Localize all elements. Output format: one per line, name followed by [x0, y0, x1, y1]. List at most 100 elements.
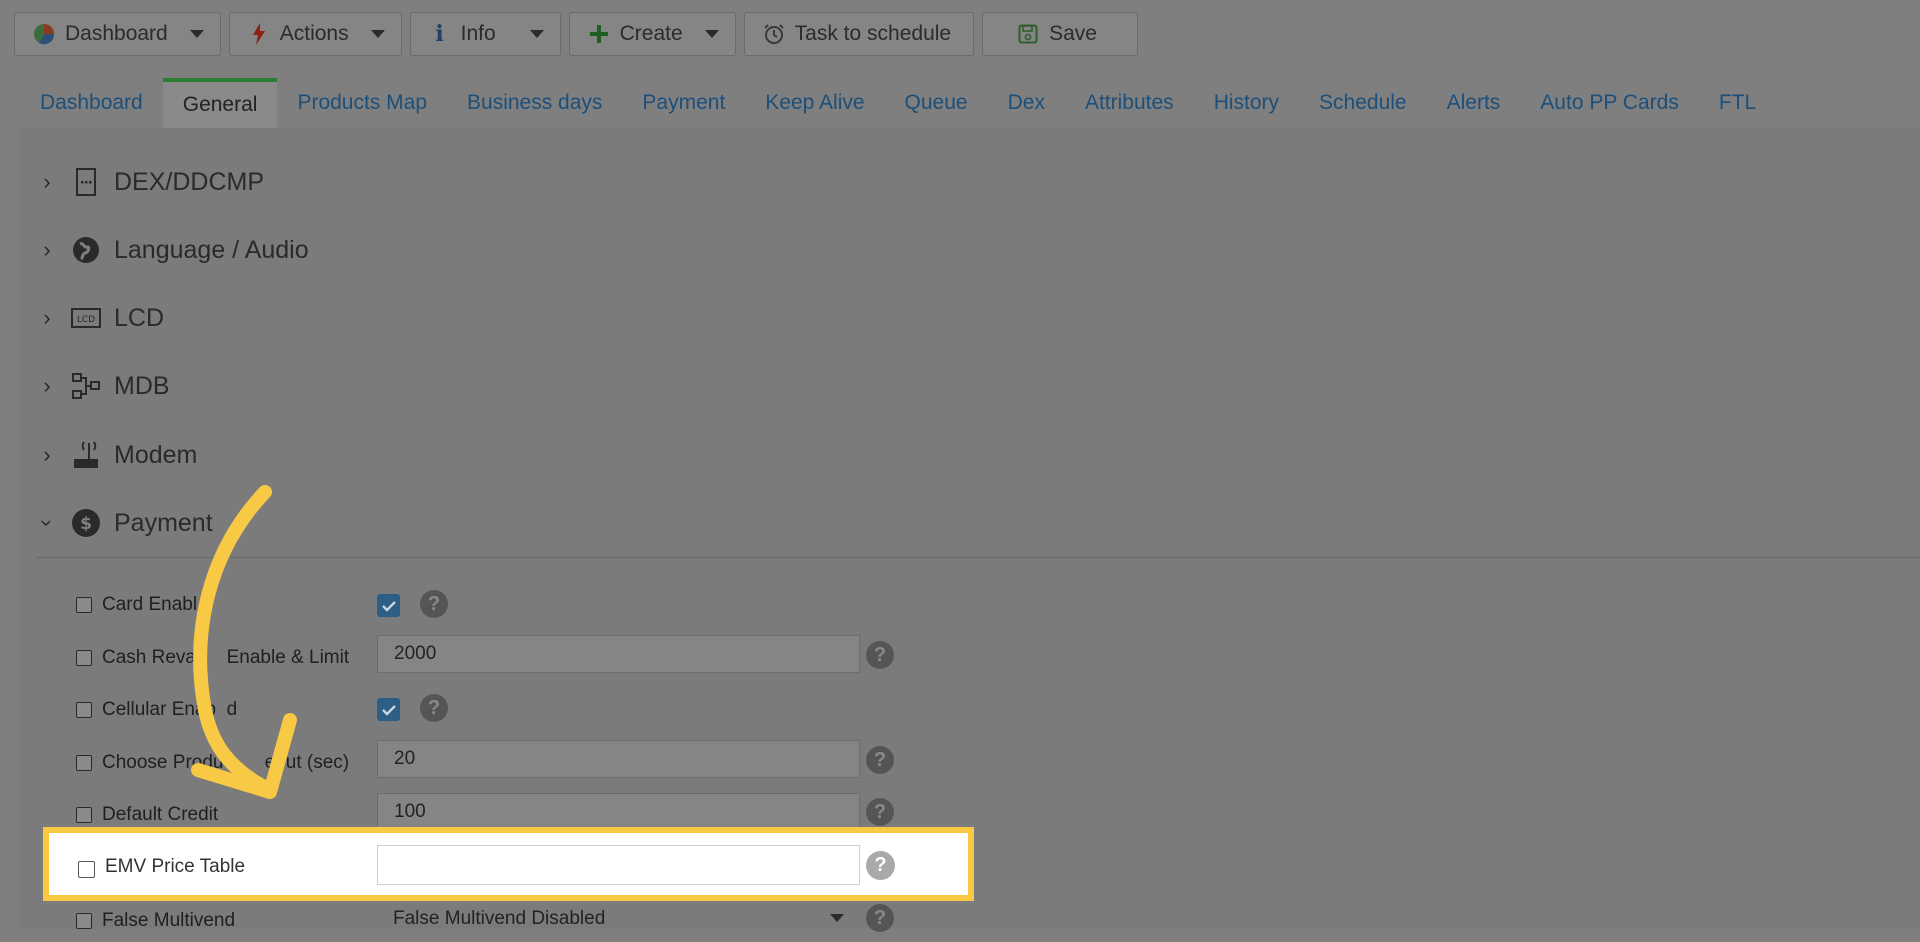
help-icon[interactable]: ?	[420, 590, 448, 618]
help-icon[interactable]: ?	[866, 746, 894, 774]
section-title: Language / Audio	[114, 235, 309, 264]
tab-dex[interactable]: Dex	[988, 78, 1065, 128]
caret-down-icon	[370, 30, 385, 38]
section-modem[interactable]: › Modem	[38, 439, 197, 471]
create-button-label: Create	[619, 22, 683, 45]
tab-attributes[interactable]: Attributes	[1065, 78, 1194, 128]
info-button[interactable]: i Info	[409, 12, 561, 56]
section-payment[interactable]: › $ Payment	[35, 507, 213, 539]
section-dex-ddcmp[interactable]: › DEX/DDCMP	[38, 166, 264, 198]
alarm-clock-icon	[763, 23, 785, 45]
floppy-disk-icon	[1017, 24, 1039, 44]
row-cash-revalue: Cash Reval Enable & Limit	[76, 637, 349, 679]
help-icon[interactable]: ?	[866, 851, 895, 880]
help-icon[interactable]: ?	[420, 694, 448, 722]
check-icon	[381, 600, 396, 612]
create-dropdown-toggle[interactable]	[683, 13, 735, 55]
tab-keep-alive[interactable]: Keep Alive	[745, 78, 884, 128]
caret-down-icon	[189, 30, 204, 38]
save-button[interactable]: Save	[982, 12, 1138, 56]
task-to-schedule-label: Task to schedule	[794, 22, 952, 45]
help-icon[interactable]: ?	[866, 641, 894, 669]
actions-dropdown-toggle[interactable]	[349, 13, 401, 55]
chevron-right-icon: ›	[43, 305, 51, 330]
dex-device-icon	[70, 166, 102, 198]
tab-dashboard[interactable]: Dashboard	[20, 78, 163, 128]
row-cellular-enabled: Cellular Enab d	[76, 689, 237, 731]
router-icon	[70, 439, 102, 471]
toolbar: Dashboard Actions i Info Create Task to …	[14, 12, 1138, 60]
task-to-schedule-button[interactable]: Task to schedule	[743, 12, 975, 56]
tab-ftl[interactable]: FTL	[1699, 78, 1776, 128]
plus-icon	[588, 24, 610, 44]
actions-button-label: Actions	[279, 22, 349, 45]
cellular-enabled-checkbox[interactable]	[377, 698, 400, 721]
dashboard-button[interactable]: Dashboard	[14, 12, 221, 56]
info-button-label: Info	[460, 22, 496, 45]
check-icon	[381, 704, 396, 716]
caret-down-icon	[704, 30, 719, 38]
tab-history[interactable]: History	[1194, 78, 1299, 128]
tab-schedule[interactable]: Schedule	[1299, 78, 1427, 128]
choose-product-timeout-input[interactable]: 20	[377, 740, 860, 778]
tab-general[interactable]: General	[162, 78, 278, 128]
tab-queue[interactable]: Queue	[885, 78, 988, 128]
chevron-right-icon: ›	[43, 442, 51, 467]
false-multivend-select[interactable]: False Multivend Disabled	[377, 900, 860, 938]
section-title: DEX/DDCMP	[114, 167, 265, 196]
section-title: LCD	[114, 303, 165, 332]
emv-price-table-row-checkbox[interactable]	[78, 861, 95, 878]
create-button[interactable]: Create	[568, 12, 736, 56]
row-label: Cash Reval Enable & Limit	[102, 647, 350, 668]
help-icon[interactable]: ?	[866, 798, 894, 826]
tab-alerts[interactable]: Alerts	[1427, 78, 1521, 128]
card-enable-checkbox[interactable]	[377, 594, 400, 617]
cash-revalue-input[interactable]: 2000	[377, 635, 860, 673]
caret-down-icon	[529, 30, 544, 38]
row-select-checkbox[interactable]	[76, 597, 92, 613]
tab-payment[interactable]: Payment	[622, 78, 745, 128]
info-dropdown-toggle[interactable]	[496, 13, 560, 55]
tab-bar: Dashboard General Products Map Business …	[20, 76, 1920, 128]
chevron-right-icon: ›	[43, 237, 51, 262]
svg-text:$: $	[80, 514, 92, 534]
row-false-multivend: False Multivend	[76, 900, 235, 942]
emv-price-table-label: EMV Price Table	[105, 856, 246, 877]
section-language-audio[interactable]: › Language / Audio	[38, 234, 309, 266]
chevron-down-icon: ›	[35, 519, 60, 527]
row-select-checkbox[interactable]	[76, 755, 92, 771]
info-icon: i	[435, 21, 444, 47]
default-credit-input[interactable]: 100	[377, 793, 860, 831]
dollar-circle-icon: $	[70, 507, 102, 539]
section-lcd[interactable]: › LCD LCD	[38, 302, 164, 334]
section-title: MDB	[114, 371, 170, 400]
row-select-checkbox[interactable]	[76, 913, 92, 929]
dashboard-button-label: Dashboard	[65, 22, 168, 45]
save-button-label: Save	[1049, 22, 1097, 45]
row-select-checkbox[interactable]	[76, 650, 92, 666]
section-mdb[interactable]: › MDB	[38, 370, 170, 402]
section-title: Payment	[114, 508, 213, 537]
row-choose-product-timeout: Choose Produc eout (sec)	[76, 742, 349, 784]
row-label: Cellular Enab d	[102, 699, 238, 720]
tab-products-map[interactable]: Products Map	[277, 78, 447, 128]
dashboard-dropdown-toggle[interactable]	[168, 13, 220, 55]
chevron-right-icon: ›	[43, 169, 51, 194]
row-label: Choose Produc eout (sec)	[102, 752, 350, 773]
svg-text:LCD: LCD	[77, 315, 95, 325]
globe-audio-icon	[70, 234, 102, 266]
caret-down-icon	[830, 914, 844, 922]
section-title: Modem	[114, 440, 198, 469]
section-divider	[36, 557, 1920, 558]
tab-auto-pp-cards[interactable]: Auto PP Cards	[1520, 78, 1699, 128]
actions-button[interactable]: Actions	[228, 12, 402, 56]
tab-business-days[interactable]: Business days	[447, 78, 622, 128]
pie-chart-icon	[33, 23, 55, 45]
network-nodes-icon	[70, 370, 102, 402]
emv-price-table-input[interactable]	[377, 845, 860, 885]
help-icon[interactable]: ?	[866, 904, 894, 932]
row-select-checkbox[interactable]	[76, 702, 92, 718]
row-label: Default Credit	[102, 804, 219, 825]
row-select-checkbox[interactable]	[76, 807, 92, 823]
lcd-icon: LCD	[70, 302, 102, 334]
